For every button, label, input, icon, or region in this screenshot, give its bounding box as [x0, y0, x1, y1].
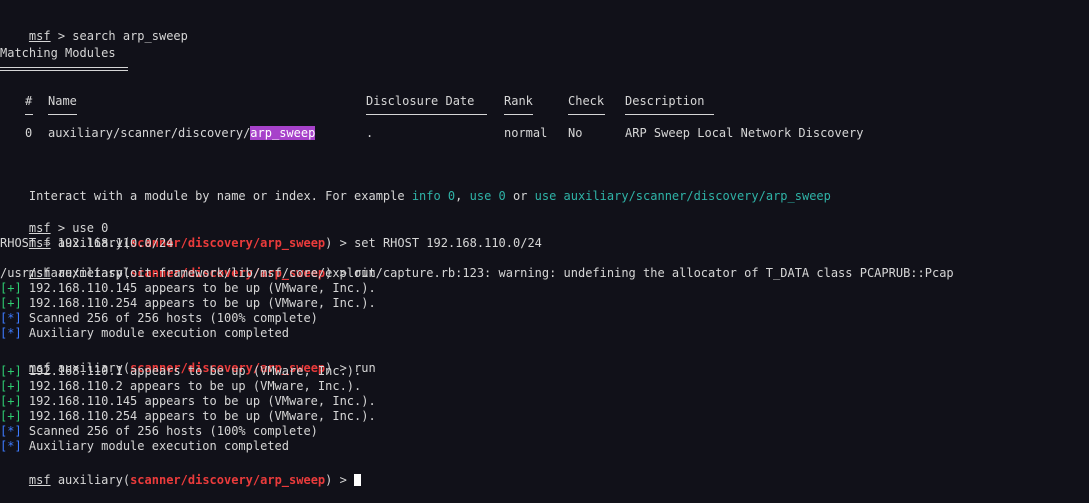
output-text: 192.168.110.254 appears to be up (VMware…	[21, 409, 376, 423]
command-line-run-1: msf auxiliary(scanner/discovery/arp_swee…	[0, 251, 376, 280]
output-line: [*] Auxiliary module execution completed	[0, 439, 289, 454]
status-star-tag: [*]	[0, 311, 22, 325]
interact-hint-text: Interact with a module by name or index.…	[28, 189, 412, 203]
header-num: #	[25, 94, 33, 108]
set-command: set RHOST 192.168.110.0/24	[354, 236, 542, 250]
output-line: [*] Scanned 256 of 256 hosts (100% compl…	[0, 311, 318, 326]
interact-hint: Interact with a module by name or index.…	[0, 174, 831, 203]
command-line-current[interactable]: msf auxiliary(scanner/discovery/arp_swee…	[0, 458, 362, 487]
row-check: No	[568, 126, 583, 140]
header-underline-num	[25, 114, 33, 115]
title-underline-2	[0, 70, 128, 71]
output-text: 192.168.110.145 appears to be up (VMware…	[21, 394, 376, 408]
output-line: [+] 192.168.110.2 appears to be up (VMwa…	[0, 379, 361, 394]
search-command: search arp_sweep	[72, 29, 188, 43]
status-plus-tag: [+]	[0, 379, 22, 393]
status-plus-tag: [+]	[0, 394, 22, 408]
header-description: Description	[625, 94, 705, 108]
output-line: [+] 192.168.110.145 appears to be up (VM…	[0, 281, 376, 296]
aux-suffix: ) >	[325, 236, 355, 250]
output-line: [*] Scanned 256 of 256 hosts (100% compl…	[0, 424, 318, 439]
table-row: 0 auxiliary/scanner/discovery/arp_sweep …	[0, 126, 1089, 141]
example-use-0: use 0	[469, 189, 506, 203]
output-line: [*] Auxiliary module execution completed	[0, 326, 289, 341]
header-name: Name	[48, 94, 77, 108]
header-check: Check	[568, 94, 605, 108]
terminal-window[interactable]: msf > search arp_sweep Matching Modules …	[0, 0, 1089, 487]
header-underline-desc	[625, 114, 714, 115]
status-plus-tag: [+]	[0, 409, 22, 423]
command-line-search: msf > search arp_sweep	[0, 14, 188, 43]
aux-prefix: auxiliary(	[57, 473, 131, 487]
row-num: 0	[25, 126, 33, 140]
table-header-row: # Name Disclosure Date Rank Check Descri…	[0, 94, 1089, 109]
prompt-msf: msf	[28, 473, 51, 487]
header-underline-rank	[504, 114, 533, 115]
header-rank: Rank	[504, 94, 533, 108]
row-module-name: auxiliary/scanner/discovery/arp_sweep	[48, 126, 316, 141]
prompt-separator: >	[50, 29, 73, 43]
status-star-tag: [*]	[0, 326, 22, 340]
output-text: 192.168.110.254 appears to be up (VMware…	[21, 296, 376, 310]
output-text: Auxiliary module execution completed	[21, 326, 289, 340]
output-text: 192.168.110.2 appears to be up (VMware, …	[21, 379, 362, 393]
status-star-tag: [*]	[0, 439, 22, 453]
output-text: Scanned 256 of 256 hosts (100% complete)	[21, 424, 318, 438]
header-underline-name	[48, 114, 77, 115]
row-rank: normal	[504, 126, 548, 140]
module-name-prefix: auxiliary/scanner/discovery/	[48, 126, 251, 140]
command-line-set: msf auxiliary(scanner/discovery/arp_swee…	[0, 221, 542, 250]
title-underline	[0, 67, 128, 68]
output-text: Scanned 256 of 256 hosts (100% complete)	[21, 311, 318, 325]
search-highlight: arp_sweep	[250, 126, 316, 140]
output-text: Auxiliary module execution completed	[21, 439, 289, 453]
output-text: 192.168.110.1 appears to be up (VMware, …	[21, 364, 362, 378]
module-path: scanner/discovery/arp_sweep	[130, 473, 326, 487]
command-line-run-2: msf auxiliary(scanner/discovery/arp_swee…	[0, 346, 376, 375]
example-use-path: use auxiliary/scanner/discovery/arp_swee…	[534, 189, 831, 203]
interact-comma: ,	[455, 189, 470, 203]
output-line: [+] 192.168.110.254 appears to be up (VM…	[0, 296, 376, 311]
status-plus-tag: [+]	[0, 364, 22, 378]
row-disclosure-date: .	[366, 126, 374, 140]
status-plus-tag: [+]	[0, 296, 22, 310]
status-star-tag: [*]	[0, 424, 22, 438]
aux-suffix: ) >	[325, 473, 355, 487]
warning-output: /usr/share/metasploit-framework/lib/msf/…	[0, 266, 954, 280]
matching-modules-title: Matching Modules	[0, 46, 116, 60]
output-line: [+] 192.168.110.1 appears to be up (VMwa…	[0, 364, 361, 379]
row-description: ARP Sweep Local Network Discovery	[625, 126, 864, 140]
header-disclosure-date: Disclosure Date	[366, 94, 475, 108]
prompt-msf: msf	[28, 29, 51, 43]
output-line: [+] 192.168.110.145 appears to be up (VM…	[0, 394, 376, 409]
command-line-use: msf > use 0	[0, 206, 109, 235]
output-line: [+] 192.168.110.254 appears to be up (VM…	[0, 409, 376, 424]
header-underline-date	[366, 114, 487, 115]
example-info-0: info 0	[411, 189, 456, 203]
output-text: 192.168.110.145 appears to be up (VMware…	[21, 281, 376, 295]
header-underline-check	[568, 114, 605, 115]
interact-or: or	[505, 189, 535, 203]
status-plus-tag: [+]	[0, 281, 22, 295]
rhost-output: RHOST ⇒ 192.168.110.0/24	[0, 236, 174, 250]
